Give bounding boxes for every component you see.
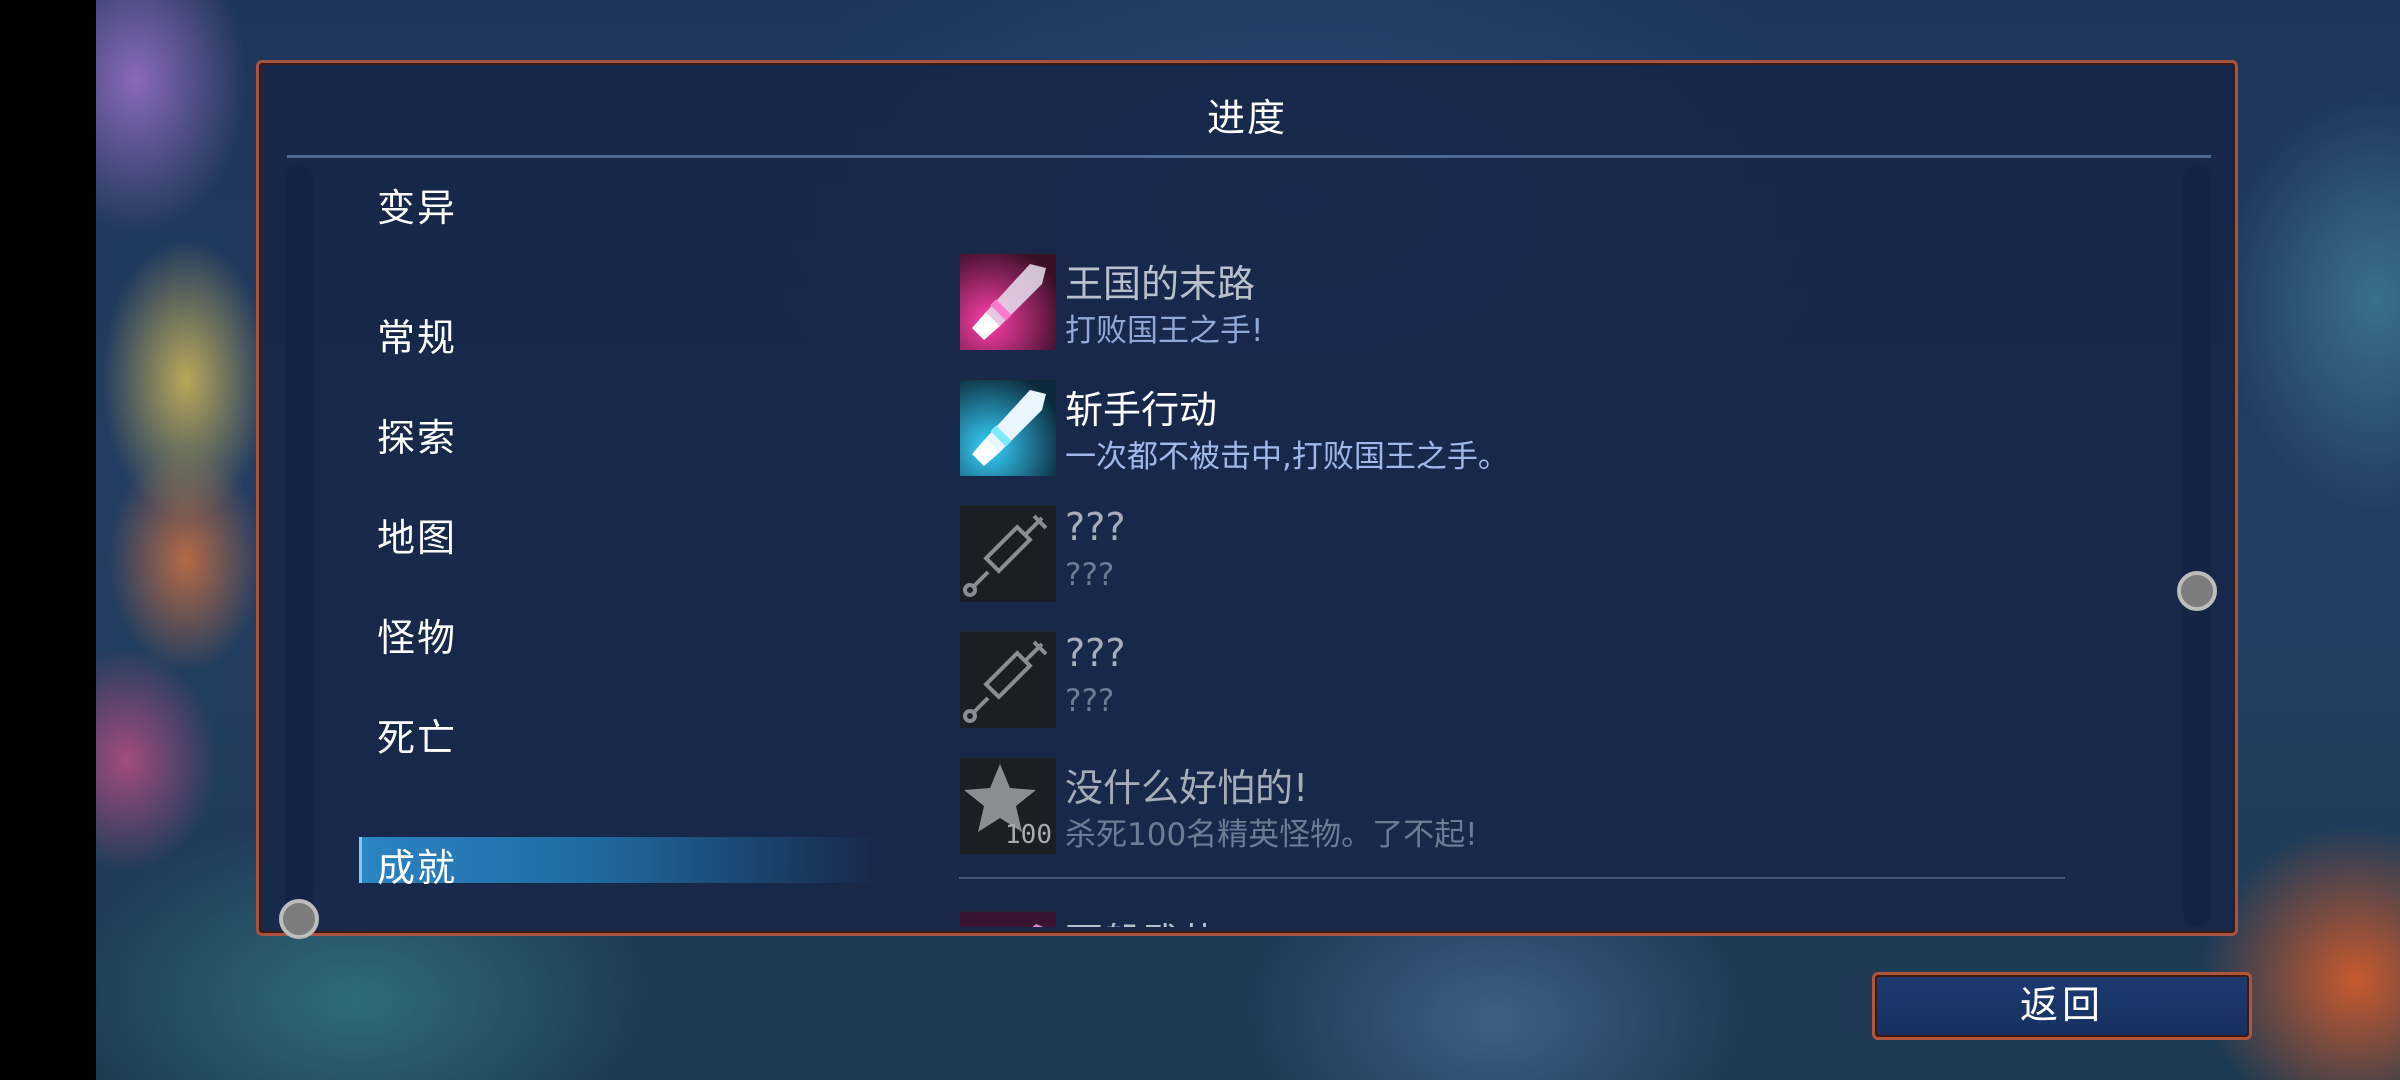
achievement-description: ??? bbox=[1065, 683, 1115, 719]
category-scrollbar-handle[interactable] bbox=[279, 899, 319, 939]
achievement-scrollbar-track[interactable] bbox=[2183, 165, 2211, 927]
category-exploration[interactable]: 探索 bbox=[377, 407, 457, 462]
category-mutations[interactable]: 变异 bbox=[377, 177, 457, 232]
achievement-name: 斩手行动 bbox=[1065, 388, 1218, 432]
achievement-name: 百般武艺 bbox=[1065, 911, 1217, 927]
category-general[interactable]: 常规 bbox=[377, 307, 457, 362]
syringe-icon bbox=[959, 631, 1056, 728]
achievement-scrollbar-handle[interactable] bbox=[2177, 571, 2217, 611]
category-scrollbar-track[interactable] bbox=[285, 165, 313, 927]
achievement-name: 王国的末路 bbox=[1065, 262, 1256, 306]
achievement-row[interactable]: 斩手行动 一次都不被击中,打败国王之手。 bbox=[959, 379, 2159, 479]
achievement-name: 没什么好怕的! bbox=[1065, 766, 1309, 810]
achievement-row[interactable]: ??? ??? bbox=[959, 631, 2159, 731]
game-screen: 进度 变异 常规 探索 地图 怪物 死亡 成就 王国的末路 打败国王之手! 斩手… bbox=[0, 0, 2400, 1080]
cyan-crystal-sword-icon bbox=[959, 379, 1056, 476]
achievement-description: 一次都不被击中,打败国王之手。 bbox=[1065, 439, 1509, 475]
achievement-row[interactable]: ??? ??? bbox=[959, 505, 2159, 605]
pink-sword-icon bbox=[959, 911, 1056, 927]
list-divider bbox=[959, 877, 2065, 879]
achievement-description: 杀死100名精英怪物。了不起! bbox=[1065, 817, 1478, 853]
pink-crystal-sword-icon bbox=[959, 253, 1056, 350]
achievement-name: ??? bbox=[1065, 631, 1126, 675]
achievement-list[interactable]: 王国的末路 打败国王之手! 斩手行动 一次都不被击中,打败国王之手。 ??? ?… bbox=[959, 187, 2159, 927]
achievement-name: ??? bbox=[1065, 505, 1126, 549]
achievement-row[interactable]: 王国的末路 打败国王之手! bbox=[959, 253, 2159, 353]
category-achievements[interactable]: 成就 bbox=[377, 837, 457, 892]
achievement-description: ??? bbox=[1065, 557, 1115, 593]
star-icon-count: 100 bbox=[1005, 820, 1052, 850]
achievement-description: 打败国王之手! bbox=[1065, 313, 1264, 349]
star-100-icon: 100 bbox=[959, 757, 1056, 854]
achievement-row[interactable]: 100 没什么好怕的! 杀死100名精英怪物。了不起! bbox=[959, 757, 2159, 857]
back-button[interactable]: 返回 bbox=[1872, 972, 2252, 1040]
progress-panel: 进度 变异 常规 探索 地图 怪物 死亡 成就 王国的末路 打败国王之手! 斩手… bbox=[256, 60, 2238, 939]
title-divider bbox=[287, 155, 2211, 158]
category-map[interactable]: 地图 bbox=[377, 507, 457, 562]
category-deaths[interactable]: 死亡 bbox=[377, 707, 457, 762]
syringe-icon bbox=[959, 505, 1056, 602]
category-monsters[interactable]: 怪物 bbox=[377, 607, 457, 662]
panel-title: 进度 bbox=[1206, 96, 1287, 140]
achievement-row[interactable]: 百般武艺 bbox=[959, 911, 2159, 927]
